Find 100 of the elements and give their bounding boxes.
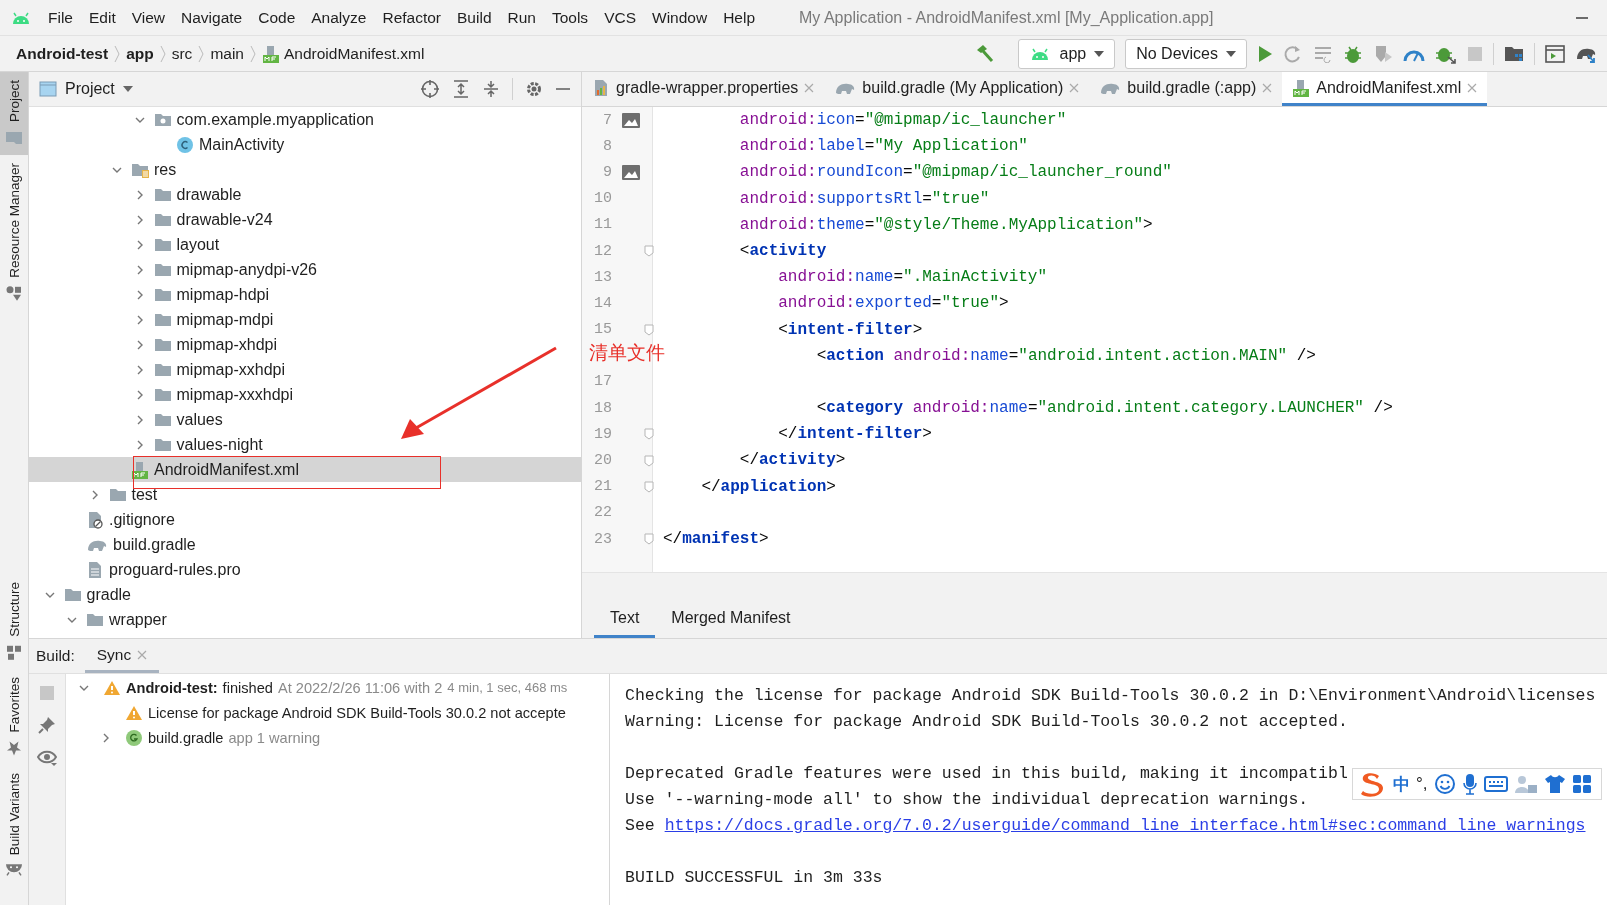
close-icon[interactable]	[1467, 82, 1478, 93]
tree-item[interactable]: proguard-rules.pro	[29, 557, 581, 582]
menu-item[interactable]: Edit	[81, 8, 124, 27]
editor-tab[interactable]: build.gradle (:app)	[1089, 72, 1283, 106]
fold-marker-icon[interactable]	[644, 480, 654, 493]
tree-item[interactable]: mipmap-anydpi-v26	[29, 257, 581, 282]
line-number: 12	[593, 242, 612, 260]
build-result-row[interactable]: Android-test: finished At 2022/2/26 11:06 with 2 4 min, 1 sec, 468 ms	[66, 675, 609, 700]
tool-window-tab[interactable]: Build Variants	[0, 764, 28, 885]
fold-marker-icon[interactable]	[644, 245, 654, 258]
tool-window-tab[interactable]: Favorites	[0, 669, 28, 765]
menu-item[interactable]: Help	[715, 8, 764, 27]
breadcrumb[interactable]: Android-test	[16, 44, 109, 63]
editor-tab[interactable]: AndroidManifest.xml	[1282, 72, 1488, 106]
tree-item[interactable]: mipmap-mdpi	[29, 307, 581, 332]
apply-changes-icon[interactable]	[1313, 44, 1333, 63]
input-mode-toggle[interactable]: 中	[1393, 772, 1410, 796]
editor-mode-tab[interactable]: Merged Manifest	[655, 603, 807, 638]
tree-item[interactable]: values-night	[29, 432, 581, 457]
menu-item[interactable]: Refactor	[374, 8, 450, 27]
editor-mode-tab[interactable]: Text	[594, 603, 656, 638]
run-configuration-dropdown[interactable]: app	[1018, 38, 1116, 69]
expand-all-icon[interactable]	[452, 80, 470, 98]
tree-item[interactable]: mipmap-hdpi	[29, 282, 581, 307]
menu-item[interactable]: Tools	[543, 8, 597, 27]
fold-marker-icon[interactable]	[644, 454, 654, 467]
tree-item[interactable]: wrapper	[29, 607, 581, 632]
tree-item[interactable]: gradle	[29, 582, 581, 607]
tool-window-tab[interactable]: Resource Manager	[0, 155, 28, 310]
device-dropdown[interactable]: No Devices	[1125, 38, 1247, 69]
run-icon[interactable]	[1257, 44, 1273, 63]
microphone-icon[interactable]	[1461, 773, 1478, 795]
breadcrumb-separator-icon	[114, 44, 121, 63]
breadcrumb[interactable]: src	[171, 44, 193, 63]
fold-marker-icon[interactable]	[644, 323, 654, 336]
line-number: 10	[593, 190, 612, 208]
tree-item[interactable]: com.example.myapplication	[29, 107, 581, 132]
breadcrumb[interactable]: main	[210, 44, 244, 63]
menu-item[interactable]: Window	[644, 8, 716, 27]
tree-item[interactable]: mipmap-xxhdpi	[29, 357, 581, 382]
menu-item[interactable]: File	[40, 8, 81, 27]
grid-menu-icon[interactable]	[1571, 774, 1592, 794]
breadcrumb[interactable]: app	[126, 44, 154, 63]
emoji-icon[interactable]	[1433, 773, 1456, 795]
breadcrumb[interactable]: AndroidManifest.xml	[262, 44, 425, 63]
tree-item[interactable]: test	[29, 482, 581, 507]
tree-item[interactable]: drawable-v24	[29, 207, 581, 232]
menu-item[interactable]: Code	[250, 8, 304, 27]
folder-icon	[153, 186, 172, 203]
menu-item[interactable]: Navigate	[173, 8, 251, 27]
caret-icon	[122, 86, 133, 92]
tree-item[interactable]: .gitignore	[29, 507, 581, 532]
tree-item[interactable]: drawable	[29, 182, 581, 207]
device-window-icon[interactable]	[1545, 44, 1565, 63]
android-logo-icon	[10, 10, 32, 25]
tree-item[interactable]: MainActivity	[29, 132, 581, 157]
image-icon	[622, 164, 640, 180]
warning-message[interactable]: License for package Android SDK Build-Tools 30.0.2 not accepte	[148, 704, 566, 721]
build-file-row[interactable]: build.gradle app 1 warning	[66, 725, 609, 750]
tool-window-tab[interactable]: Project	[0, 72, 28, 156]
menu-item[interactable]: Analyze	[303, 8, 375, 27]
project-view-dropdown[interactable]: Project	[39, 80, 133, 98]
menu-item[interactable]: Run	[499, 8, 544, 27]
code-line: </activity>	[738, 450, 847, 472]
line-number: 18	[593, 399, 612, 417]
tree-item[interactable]: layout	[29, 232, 581, 257]
tree-item[interactable]: values	[29, 407, 581, 432]
fold-marker-icon[interactable]	[644, 428, 654, 441]
fold-marker-icon[interactable]	[644, 533, 654, 546]
shield-run-icon[interactable]	[1373, 43, 1393, 64]
pin-icon[interactable]	[38, 716, 56, 734]
docs-link[interactable]: https://docs.gradle.org/7.0.2/userguide/command_line_interface.html#sec:command_line_warnings	[664, 816, 1586, 835]
punctuation-toggle[interactable]: °,	[1416, 774, 1428, 794]
tree-item[interactable]: mipmap-xhdpi	[29, 332, 581, 357]
menu-item[interactable]: View	[123, 8, 174, 27]
locate-icon[interactable]	[420, 79, 440, 99]
close-icon[interactable]	[804, 82, 815, 93]
folder-icon	[153, 336, 172, 353]
user-tools-icon[interactable]	[1513, 774, 1538, 794]
shirt-icon[interactable]	[1543, 774, 1566, 794]
menu-item[interactable]: Build	[449, 8, 500, 27]
editor-tab[interactable]: build.gradle (My Application)	[824, 72, 1090, 106]
tree-item[interactable]: res	[29, 157, 581, 182]
tree-item[interactable]: build.gradle	[29, 532, 581, 557]
tree-item[interactable]: AndroidManifest.xml	[29, 457, 581, 482]
close-icon[interactable]	[137, 649, 148, 660]
project-structure-icon[interactable]	[1504, 44, 1524, 63]
tool-window-tab[interactable]: Structure	[0, 574, 28, 670]
tree-item[interactable]: mipmap-xxxhdpi	[29, 382, 581, 407]
settings-icon[interactable]	[525, 80, 543, 98]
keyboard-icon[interactable]	[1483, 775, 1508, 793]
editor-tab[interactable]: gradle-wrapper.properties	[582, 72, 825, 106]
warning-icon	[125, 704, 143, 721]
code-line: <activity	[738, 240, 828, 262]
close-icon[interactable]	[1262, 82, 1273, 93]
eye-icon[interactable]	[37, 750, 57, 766]
close-icon[interactable]	[1069, 82, 1080, 93]
menu-item[interactable]: VCS	[596, 8, 644, 27]
rerun-icon[interactable]	[1283, 43, 1303, 64]
collapse-all-icon[interactable]	[482, 80, 500, 98]
